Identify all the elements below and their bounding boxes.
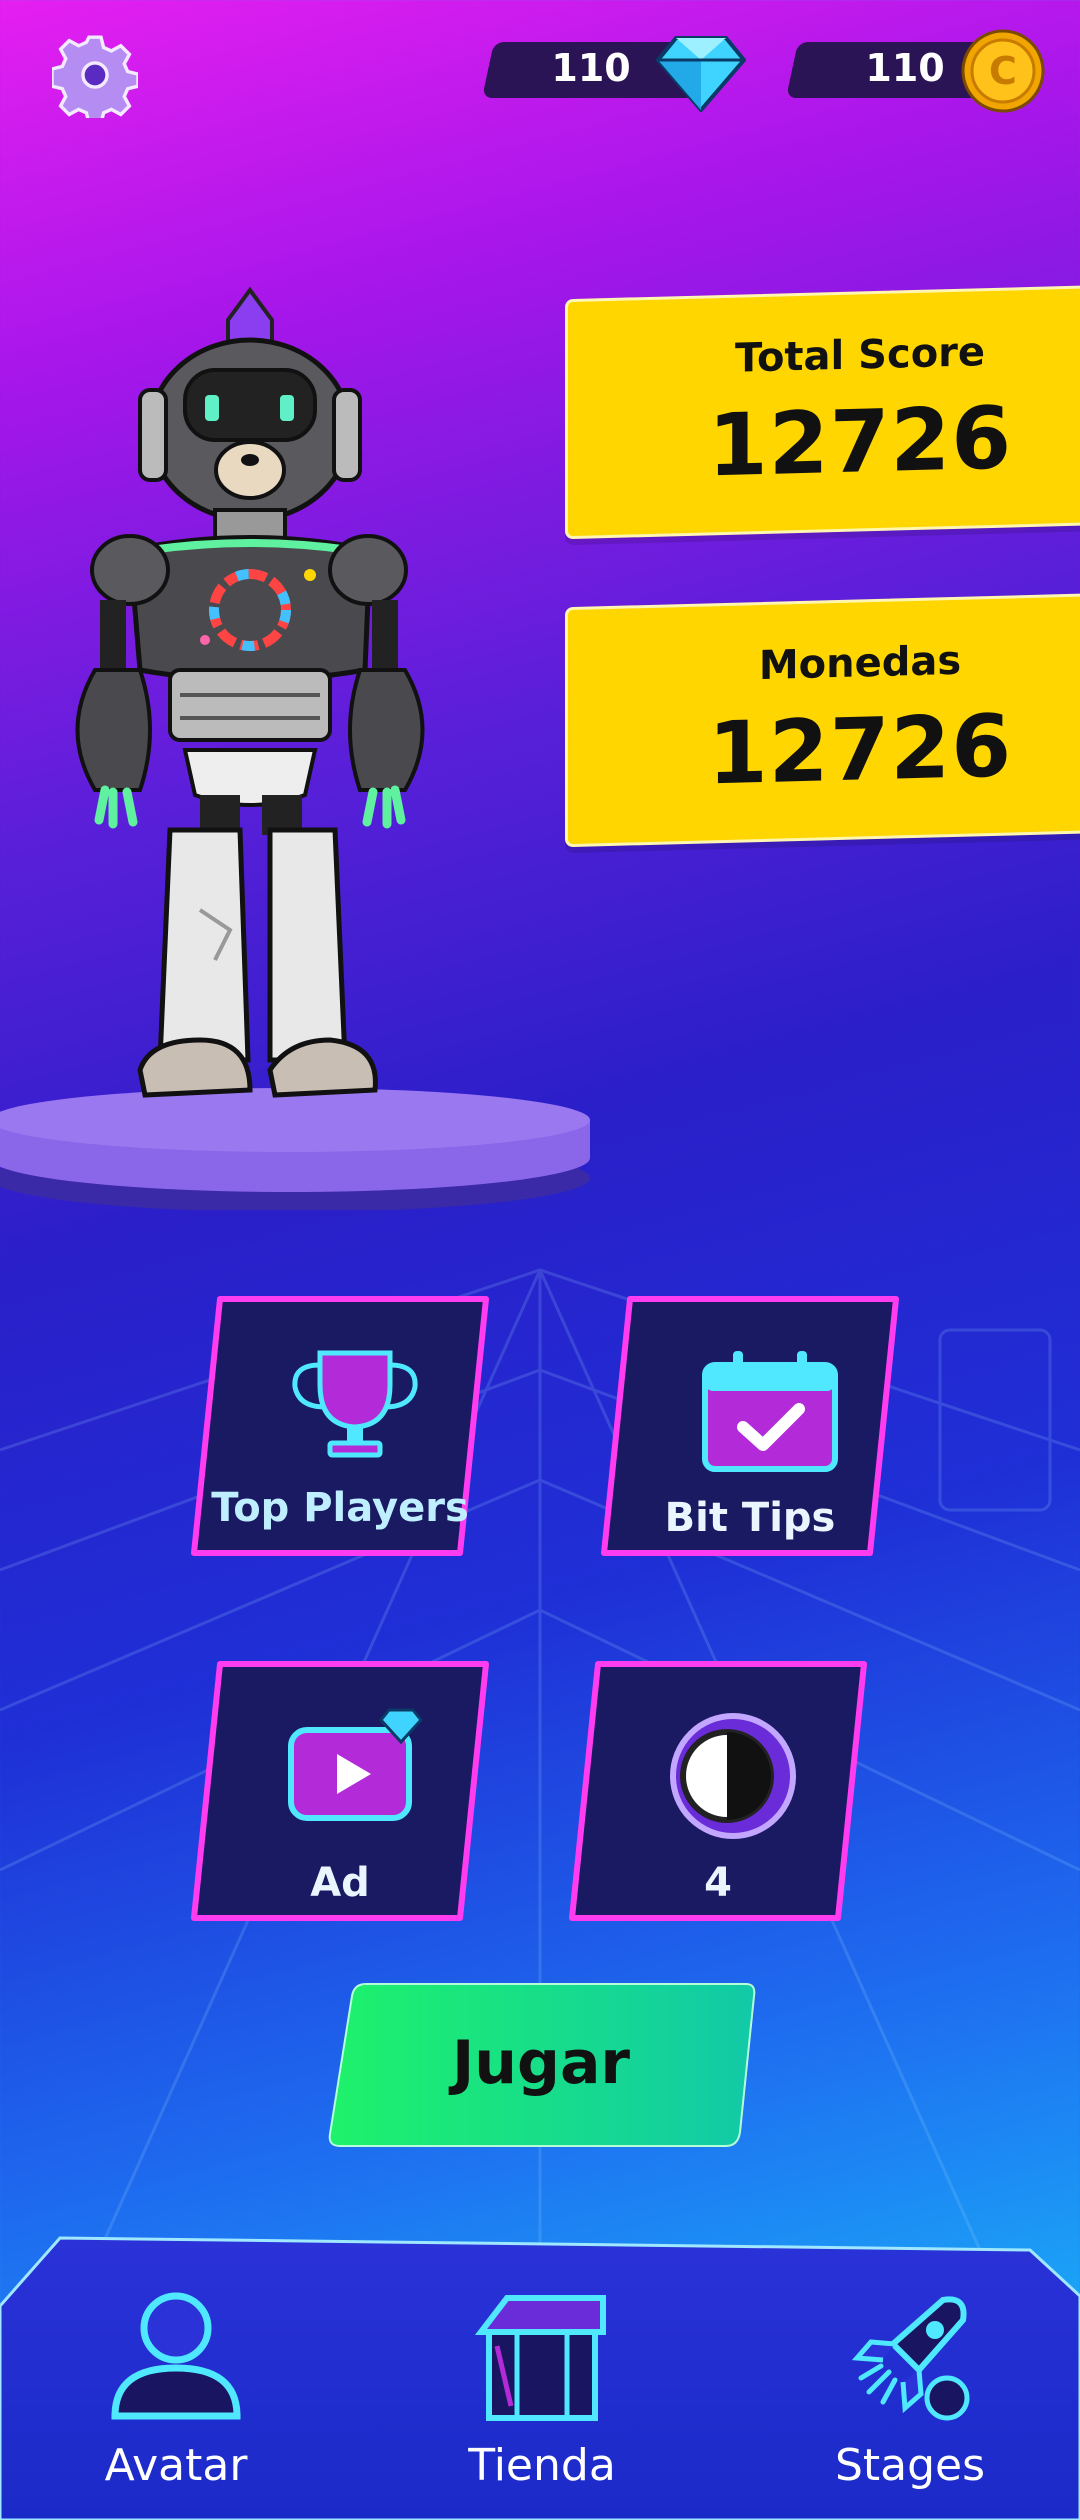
robot-avatar[interactable] (0, 270, 600, 1210)
nav-stages[interactable]: Stages (760, 2236, 1060, 2520)
ad-tile[interactable]: Ad (190, 1660, 490, 1922)
half-moon-icon (670, 1713, 796, 1839)
total-score-label: Total Score (734, 329, 986, 382)
bottom-nav: Avatar Tienda Stages (0, 2236, 1080, 2520)
total-score-value: 12726 (707, 388, 1013, 497)
coins-card-value: 12726 (707, 696, 1013, 805)
nav-stages-label: Stages (834, 2440, 986, 2491)
rocket-icon (851, 2296, 970, 2421)
count-label: 4 (704, 1860, 732, 1906)
top-bar: 110 110 C (0, 0, 1080, 150)
top-players-label: Top Players (211, 1485, 469, 1531)
coins-card: Monedas 12726 (565, 592, 1080, 848)
top-players-tile[interactable]: Top Players (190, 1295, 490, 1557)
play-button[interactable]: Jugar (326, 1982, 756, 2148)
calendar-check-icon (702, 1351, 838, 1472)
coins-value: 110 (865, 46, 945, 90)
coin-symbol: C (989, 49, 1017, 93)
nav-avatar-label: Avatar (104, 2440, 248, 2491)
total-score-card: Total Score 12726 (565, 284, 1080, 540)
trophy-icon (292, 1350, 418, 1458)
play-label: Jugar (451, 2028, 631, 2098)
theme-toggle-tile[interactable]: 4 (568, 1660, 868, 1922)
gems-value: 110 (551, 46, 631, 90)
bit-tips-tile[interactable]: Bit Tips (600, 1295, 900, 1557)
ad-label: Ad (310, 1860, 370, 1906)
coins-card-label: Monedas (758, 637, 962, 690)
nav-store[interactable]: Tienda (392, 2236, 692, 2520)
diamond-icon (656, 36, 746, 112)
coin-icon: C (961, 29, 1045, 113)
bit-tips-label: Bit Tips (664, 1495, 836, 1541)
settings-gear-icon[interactable] (52, 32, 138, 118)
nav-avatar[interactable]: Avatar (26, 2236, 326, 2520)
nav-store-label: Tienda (468, 2440, 616, 2491)
video-ad-icon (288, 1708, 423, 1821)
user-icon (111, 2292, 241, 2420)
store-icon (474, 2295, 606, 2421)
